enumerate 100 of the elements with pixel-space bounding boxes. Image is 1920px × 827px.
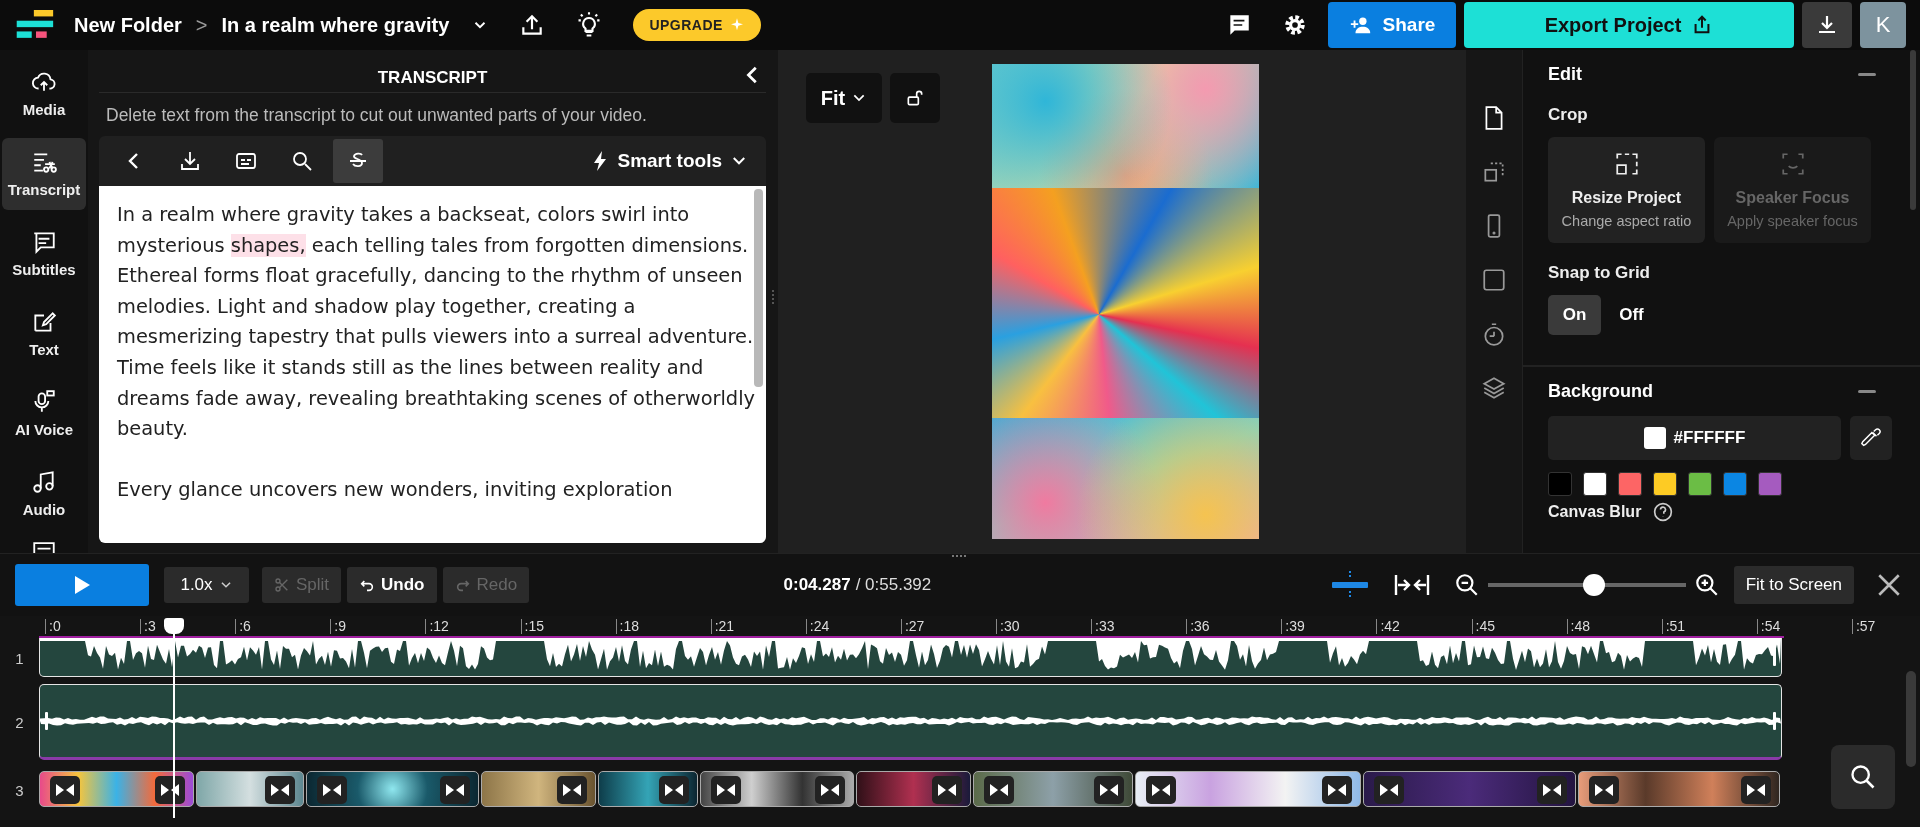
bowtie-icon (716, 783, 737, 797)
transition-button[interactable] (440, 776, 471, 804)
transcript-editor[interactable] (99, 186, 766, 543)
search-button[interactable] (1831, 745, 1895, 809)
bowtie-icon (1745, 783, 1766, 797)
video-clip[interactable] (1135, 771, 1361, 807)
close-icon[interactable] (1876, 572, 1902, 598)
ruler-label: :15 (520, 619, 544, 634)
color-field[interactable]: #FFFFFF (1548, 416, 1841, 460)
logo-icon[interactable] (16, 10, 56, 40)
ruler-label: :30 (996, 619, 1020, 634)
play-icon (73, 575, 91, 595)
ruler-label: :9 (330, 619, 346, 634)
color-swatch[interactable] (1653, 472, 1677, 496)
crop-label: Crop (1548, 105, 1589, 125)
transition-button[interactable] (50, 776, 81, 804)
folder-link[interactable]: New Folder (74, 13, 182, 37)
fit-dropdown[interactable]: Fit (806, 73, 882, 123)
sidebar-item[interactable]: Text (2, 297, 86, 370)
undo-button[interactable]: Undo (347, 567, 437, 603)
eyedropper-button[interactable] (1850, 416, 1892, 460)
video-clip[interactable] (597, 771, 699, 807)
bowtie-icon (937, 783, 958, 797)
sidebar-item[interactable]: Media (2, 58, 86, 130)
snap-option[interactable]: On (1548, 295, 1601, 335)
download-button[interactable] (1802, 2, 1852, 48)
bowtie-icon (1099, 783, 1120, 797)
scrollbar[interactable] (1910, 50, 1916, 210)
sidebar-item[interactable]: Audio (2, 457, 86, 530)
color-swatch[interactable] (1548, 472, 1572, 496)
video-clip[interactable] (1578, 771, 1780, 807)
video-clip[interactable] (1362, 771, 1577, 807)
color-swatch[interactable] (1688, 472, 1712, 496)
transition-button[interactable] (1146, 776, 1177, 804)
color-swatch[interactable] (1583, 472, 1607, 496)
transition-button[interactable] (711, 776, 742, 804)
transcript-paragraph[interactable]: Every glance uncovers new wonders, inviting exploration (117, 474, 757, 506)
play-button[interactable] (15, 564, 149, 606)
resize-handle[interactable] (952, 555, 966, 560)
scrollbar[interactable] (1906, 671, 1916, 767)
resize-project-button[interactable]: Resize Project Change aspect ratio (1548, 137, 1705, 243)
share-button[interactable]: Share (1328, 2, 1456, 48)
smart-tools-dropdown[interactable]: Smart tools (585, 149, 754, 173)
transition-button[interactable] (265, 776, 296, 804)
upgrade-button[interactable]: UPGRADE (633, 9, 761, 41)
strikethrough-button[interactable] (333, 139, 383, 183)
speed-dropdown[interactable]: 1.0x (164, 567, 249, 603)
transition-button[interactable] (1373, 776, 1404, 804)
video-clip[interactable] (855, 771, 972, 807)
snap-icon[interactable] (1329, 571, 1370, 599)
eyedropper-icon (1860, 427, 1882, 449)
transition-button[interactable] (1094, 776, 1125, 804)
zoom-in-icon[interactable] (1693, 572, 1720, 598)
transition-button[interactable] (659, 776, 690, 804)
video-clip[interactable] (700, 771, 854, 807)
transition-button[interactable] (1321, 776, 1352, 804)
transition-button[interactable] (317, 776, 348, 804)
video-clip[interactable] (39, 771, 194, 807)
transition-button[interactable] (814, 776, 845, 804)
zoom-slider-thumb[interactable] (1582, 574, 1605, 596)
ruler-label: :48 (1566, 619, 1591, 634)
sidebar-item[interactable]: Subtitles (2, 217, 86, 290)
bowtie-icon (1594, 783, 1615, 797)
color-swatch[interactable] (1618, 472, 1642, 496)
zoom-out-icon[interactable] (1453, 572, 1480, 598)
video-clip[interactable] (973, 771, 1134, 807)
fit-icon[interactable] (1393, 573, 1430, 597)
fit-to-screen-button[interactable]: Fit to Screen (1733, 566, 1854, 604)
transition-button[interactable] (154, 776, 185, 804)
transcript-paragraph[interactable]: In a realm where gravity takes a backseat, colors swirl into mysterious shapes, each telling tales from forgotten dimensions. Ethereal forms float gracefully, dancing to the rhythm of unseen melodies. Light and shadow play together, creating a mesmerizing tapestry that pulls viewers into a surreal adventure. Time feels like it stands still as the lines between reality and dreams fade away, revealing breathtaking scenes of otherworldly beauty. (117, 200, 757, 445)
bowtie-icon (1542, 783, 1563, 797)
video-clip[interactable] (195, 771, 305, 807)
project-title[interactable]: In a realm where gravity (221, 13, 450, 37)
transition-button[interactable] (984, 776, 1015, 804)
video-clip[interactable] (306, 771, 480, 807)
transition-button[interactable] (1740, 776, 1771, 804)
audio-clip[interactable] (39, 684, 1782, 760)
transition-button[interactable] (1537, 776, 1568, 804)
transition-button[interactable] (932, 776, 963, 804)
color-swatch[interactable] (1758, 472, 1782, 496)
ruler-label: :39 (1281, 619, 1305, 634)
playhead[interactable] (164, 618, 184, 818)
transition-button[interactable] (556, 776, 587, 804)
bowtie-icon (989, 783, 1010, 797)
track-number: 1 (14, 649, 25, 667)
sidebar-item[interactable]: AI Voice (2, 377, 86, 450)
subtitles-icon (31, 229, 57, 256)
bowtie-icon (1151, 783, 1172, 797)
color-swatch[interactable] (1723, 472, 1747, 496)
settings-icon[interactable] (1282, 12, 1308, 38)
image-icon[interactable] (31, 541, 57, 553)
sidebar-item[interactable]: Transcript (2, 137, 86, 210)
snap-option[interactable]: Off (1605, 295, 1658, 335)
music-note-icon (31, 468, 57, 495)
transition-button[interactable] (1589, 776, 1620, 804)
export-project-button[interactable]: Export Project (1464, 2, 1794, 48)
lock-button[interactable] (890, 73, 940, 123)
scrollbar[interactable] (754, 189, 763, 387)
video-clip[interactable] (481, 771, 596, 807)
help-icon[interactable] (1653, 502, 1674, 522)
